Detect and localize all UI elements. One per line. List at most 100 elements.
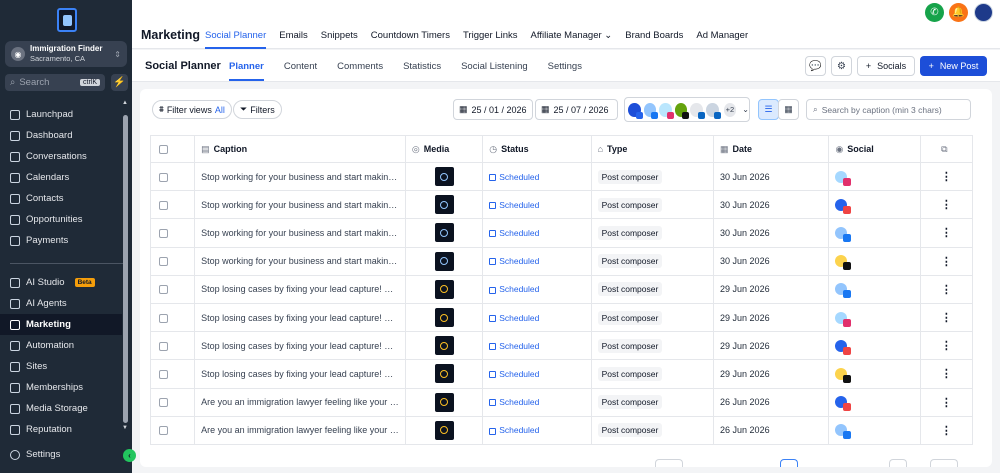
sidebar-item-conversations[interactable]: Conversations — [0, 146, 122, 167]
calendar-view-icon[interactable]: ▦ — [778, 99, 799, 120]
sidebar-item-launchpad[interactable]: Launchpad — [0, 104, 122, 125]
sidebar-item-dashboard[interactable]: Dashboard — [0, 125, 122, 146]
table-row[interactable]: Stop losing cases by fixing your lead ca… — [149, 274, 974, 304]
row-media[interactable] — [404, 190, 484, 220]
column-date[interactable]: ▦ Date — [713, 135, 830, 163]
row-media[interactable] — [404, 415, 484, 445]
row-media[interactable] — [404, 302, 484, 333]
row-actions-menu-icon[interactable]: ⋮ — [919, 246, 974, 276]
media-thumbnail[interactable] — [434, 279, 454, 299]
end-date-field[interactable]: ▦ 25 / 07 / 2026 — [535, 99, 618, 120]
user-avatar[interactable] — [974, 3, 993, 22]
row-checkbox[interactable] — [159, 229, 168, 239]
list-view-icon[interactable]: ☰ — [758, 99, 779, 120]
sidebar-item-payments[interactable]: Payments — [0, 230, 122, 251]
table-row[interactable]: Stop losing cases by fixing your lead ca… — [149, 331, 974, 361]
row-caption[interactable]: Stop working for your business and start… — [194, 190, 406, 220]
tab-social-planner[interactable]: Social Planner — [205, 30, 267, 49]
row-checkbox[interactable] — [159, 398, 168, 408]
table-row[interactable]: Are you an immigration lawyer feeling li… — [149, 387, 974, 417]
select-all-checkbox[interactable] — [159, 145, 168, 155]
media-thumbnail[interactable] — [434, 167, 454, 187]
collapse-sidebar-icon[interactable]: ‹ — [123, 449, 136, 462]
app-logo[interactable] — [57, 8, 77, 32]
row-actions-menu-icon[interactable]: ⋮ — [919, 274, 974, 304]
row-media[interactable] — [404, 331, 484, 361]
row-media[interactable] — [404, 246, 484, 276]
row-caption[interactable]: Stop working for your business and start… — [194, 161, 406, 192]
account-selector[interactable]: +2 ⌄ — [624, 97, 750, 122]
row-caption[interactable]: Stop losing cases by fixing your lead ca… — [194, 302, 406, 333]
sidebar-item-media-storage[interactable]: Media Storage — [0, 398, 122, 419]
table-row[interactable]: Are you an immigration lawyer feeling li… — [149, 415, 974, 445]
sidebar-item-memberships[interactable]: Memberships — [0, 377, 122, 398]
row-media[interactable] — [404, 161, 484, 192]
sidebar-item-contacts[interactable]: Contacts — [0, 188, 122, 209]
media-thumbnail[interactable] — [434, 195, 454, 215]
pagination-button[interactable] — [780, 459, 798, 467]
row-caption[interactable]: Stop losing cases by fixing your lead ca… — [194, 331, 406, 361]
column-media[interactable]: ◎ Media — [404, 135, 484, 163]
media-thumbnail[interactable] — [434, 251, 454, 271]
table-row[interactable]: Stop working for your business and start… — [149, 246, 974, 276]
sidebar-scrollbar[interactable]: ▲ ▼ — [122, 100, 130, 436]
caption-search-input[interactable]: ⌕ Search by caption (min 3 chars) — [806, 99, 971, 120]
row-caption[interactable]: Are you an immigration lawyer feeling li… — [194, 387, 406, 417]
row-caption[interactable]: Stop working for your business and start… — [194, 218, 406, 248]
row-checkbox[interactable] — [159, 313, 168, 323]
row-media[interactable] — [404, 359, 484, 389]
row-checkbox[interactable] — [159, 426, 168, 436]
table-row[interactable]: Stop losing cases by fixing your lead ca… — [149, 359, 974, 389]
media-thumbnail[interactable] — [434, 420, 454, 440]
subtab-statistics[interactable]: Statistics — [403, 61, 441, 81]
row-media[interactable] — [404, 387, 484, 417]
sidebar-item-ai-agents[interactable]: AI Agents — [0, 293, 122, 314]
settings-gear-icon[interactable]: ⚙ — [831, 56, 852, 76]
sidebar-item-reputation[interactable]: Reputation — [0, 419, 122, 440]
tab-emails[interactable]: Emails — [279, 30, 308, 49]
scrollbar-thumb[interactable] — [123, 115, 128, 423]
tab-countdown-timers[interactable]: Countdown Timers — [371, 30, 450, 49]
column-social[interactable]: ◉ Social — [828, 135, 921, 163]
media-thumbnail[interactable] — [434, 308, 454, 328]
phone-icon[interactable]: ✆ — [925, 3, 944, 22]
column-settings[interactable]: ⧉ — [919, 135, 974, 163]
row-checkbox[interactable] — [159, 369, 168, 379]
media-thumbnail[interactable] — [434, 336, 454, 356]
pagination-button[interactable] — [930, 459, 958, 467]
row-media[interactable] — [404, 274, 484, 304]
pagination-button[interactable] — [655, 459, 683, 467]
row-actions-menu-icon[interactable]: ⋮ — [919, 415, 974, 445]
column-type[interactable]: ⌂ Type — [590, 135, 715, 163]
subtab-social-listening[interactable]: Social Listening — [461, 61, 528, 81]
subtab-content[interactable]: Content — [284, 61, 317, 81]
tab-brand-boards[interactable]: Brand Boards — [625, 30, 683, 49]
subtab-comments[interactable]: Comments — [337, 61, 383, 81]
sidebar-item-opportunities[interactable]: Opportunities — [0, 209, 122, 230]
row-media[interactable] — [404, 218, 484, 248]
row-actions-menu-icon[interactable]: ⋮ — [919, 218, 974, 248]
row-checkbox[interactable] — [159, 285, 168, 295]
feedback-icon[interactable]: 💬 — [805, 56, 826, 76]
filter-views-dropdown[interactable]: ⩩ Filter views All — [152, 100, 232, 119]
subtab-planner[interactable]: Planner — [229, 61, 264, 81]
row-caption[interactable]: Stop working for your business and start… — [194, 246, 406, 276]
row-checkbox[interactable] — [159, 172, 168, 182]
filters-button[interactable]: ⏷ Filters — [233, 100, 282, 119]
tab-affiliate-manager[interactable]: Affiliate Manager ⌄ — [531, 30, 613, 49]
sidebar-item-ai-studio[interactable]: AI Studio Beta — [0, 272, 122, 293]
row-checkbox[interactable] — [159, 200, 168, 210]
bell-icon[interactable]: 🔔 — [949, 3, 968, 22]
quick-actions-bolt-icon[interactable]: ⚡ — [111, 74, 128, 91]
row-caption[interactable]: Stop losing cases by fixing your lead ca… — [194, 274, 406, 304]
table-row[interactable]: Stop working for your business and start… — [149, 190, 974, 220]
scroll-up-icon[interactable]: ▲ — [122, 100, 128, 106]
account-switcher[interactable]: ◉ Immigration Finder Sacramento, CA ⇕ — [5, 41, 127, 67]
row-actions-menu-icon[interactable]: ⋮ — [919, 359, 974, 389]
table-row[interactable]: Stop working for your business and start… — [149, 218, 974, 248]
tab-ad-manager[interactable]: Ad Manager — [696, 30, 748, 49]
row-caption[interactable]: Are you an immigration lawyer feeling li… — [194, 415, 406, 445]
row-checkbox[interactable] — [159, 341, 168, 351]
scroll-down-icon[interactable]: ▼ — [122, 425, 128, 431]
subtab-settings[interactable]: Settings — [548, 61, 582, 81]
